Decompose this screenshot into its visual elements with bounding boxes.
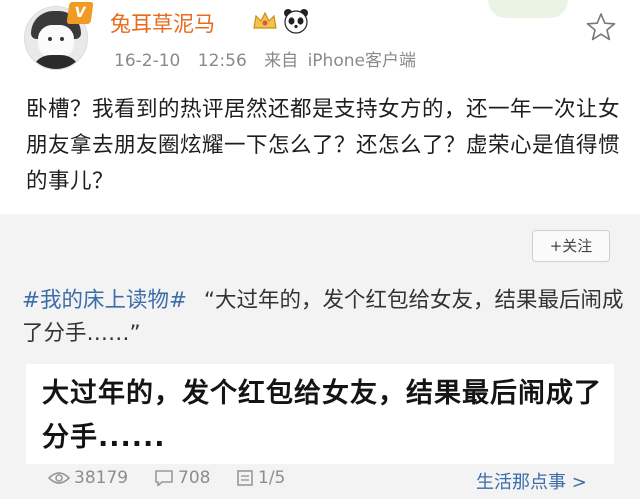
post-text: 卧槽？我看到的热评居然还都是支持女方的，还一年一次让女朋友拿去朋友圈炫耀一下怎么… [26, 97, 621, 194]
article-stats: 38179 708 1/5 生活那点事 > [22, 468, 622, 494]
post-source: iPhone客户端 [307, 51, 416, 71]
post-time: 12:56 [197, 51, 247, 71]
weibo-post: V 兔耳草泥马 16-2-10 12:56 来自 iPhone客户端 卧槽？我看… [0, 0, 640, 205]
article-card[interactable]: 大过年的，发个红包给女友，结果最后闹成了分手...... [26, 364, 614, 464]
header-decoration [488, 0, 568, 18]
comments-count: 708 [178, 468, 211, 488]
username[interactable]: 兔耳草泥马 [110, 8, 215, 38]
article-title: 大过年的，发个红包给女友，结果最后闹成了分手...... [42, 378, 602, 453]
topic-link[interactable]: #我的床上读物# [22, 288, 187, 313]
pages-count: 1/5 [258, 468, 286, 488]
eye-icon [48, 472, 70, 484]
follow-button[interactable]: +关注 [532, 230, 610, 262]
repost-card[interactable]: +关注 #我的床上读物# “大过年的，发个红包给女友，结果最后闹成了分手……” … [0, 214, 640, 499]
panda-icon [284, 9, 308, 34]
repost-text: #我的床上读物# “大过年的，发个红包给女友，结果最后闹成了分手……” [22, 284, 626, 350]
source-link[interactable]: 生活那点事 > [476, 468, 587, 494]
views-stat: 38179 [48, 468, 128, 488]
pages-stat: 1/5 [236, 468, 285, 488]
comments-stat: 708 [154, 468, 210, 488]
page-icon [237, 470, 253, 486]
star-icon[interactable] [586, 12, 616, 42]
crown-icon [253, 11, 277, 29]
post-meta: 16-2-10 12:56 来自 iPhone客户端 [114, 46, 428, 71]
post-date: 16-2-10 [114, 51, 181, 71]
vip-badge: V [66, 2, 94, 24]
comment-icon [155, 470, 173, 487]
views-count: 38179 [74, 468, 129, 488]
source-prefix: 来自 [264, 51, 299, 71]
